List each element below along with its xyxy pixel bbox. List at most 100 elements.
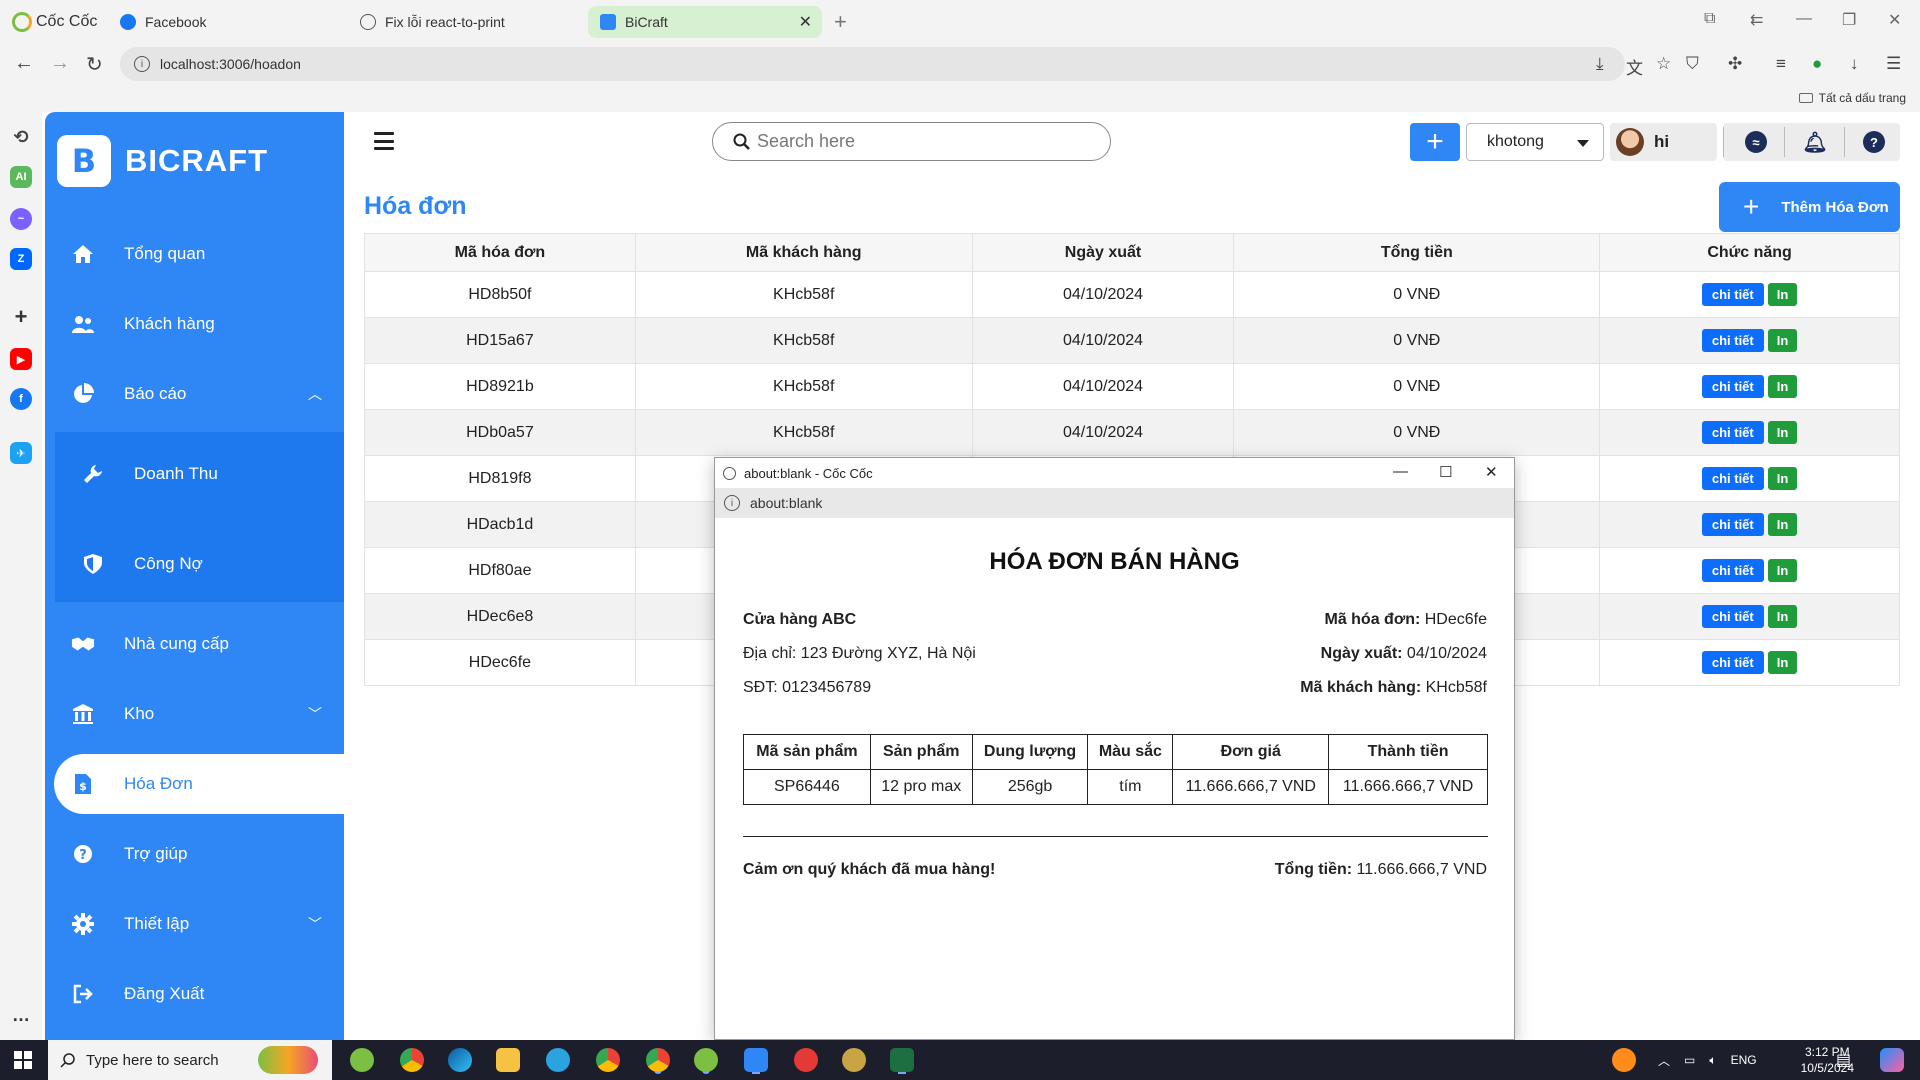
- close-tab-icon[interactable]: ✕: [799, 12, 812, 32]
- tray-app-icon[interactable]: [1612, 1048, 1636, 1072]
- forward-icon[interactable]: →: [50, 52, 70, 75]
- coccoc-taskbar-icon[interactable]: [350, 1048, 374, 1072]
- bird-app-icon[interactable]: ✈: [10, 442, 32, 464]
- chevron-up-icon[interactable]: ︿: [308, 384, 322, 404]
- ai-icon[interactable]: AI: [10, 166, 32, 188]
- reading-list-icon[interactable]: ≡: [1776, 54, 1786, 74]
- site-info-icon[interactable]: i: [724, 495, 740, 511]
- chevron-up-icon[interactable]: ︿: [1658, 1052, 1670, 1069]
- hamburger-menu-icon[interactable]: [374, 132, 394, 150]
- print-button[interactable]: In: [1767, 329, 1798, 352]
- sidebar-item-help[interactable]: ? Trợ giúp: [45, 824, 344, 884]
- sidebar-item-invoices[interactable]: $ Hóa Đơn: [54, 754, 344, 814]
- coccoc-active-icon[interactable]: [694, 1048, 718, 1072]
- browser-logo[interactable]: Cốc Cốc: [12, 11, 97, 33]
- sidebar-item-revenue[interactable]: Doanh Thu: [55, 444, 344, 504]
- url-field[interactable]: i localhost:3006/hoadon: [120, 47, 1625, 81]
- store-select[interactable]: khotong: [1466, 123, 1604, 161]
- edge-taskbar-icon[interactable]: [448, 1048, 472, 1072]
- translate-icon[interactable]: 文: [1626, 54, 1643, 79]
- add-sidebar-icon[interactable]: +: [10, 304, 32, 329]
- user-menu[interactable]: hi: [1610, 123, 1717, 161]
- copilot-icon[interactable]: [1880, 1048, 1904, 1072]
- add-invoice-button[interactable]: + Thêm Hóa Đơn: [1719, 182, 1900, 232]
- print-button[interactable]: In: [1767, 605, 1798, 628]
- minimize-icon[interactable]: —: [1796, 10, 1812, 28]
- bookmark-star-icon[interactable]: ☆: [1656, 54, 1671, 74]
- minimize-icon[interactable]: —: [1393, 463, 1408, 480]
- facebook-icon[interactable]: f: [10, 388, 32, 410]
- downloads-icon[interactable]: ↓: [1850, 54, 1859, 74]
- tab-react-to-print[interactable]: Fix lỗi react-to-print: [348, 6, 582, 38]
- battery-icon[interactable]: ▭: [1684, 1053, 1695, 1067]
- taskbar-search-input[interactable]: Type here to search: [48, 1040, 332, 1080]
- chrome-taskbar-icon[interactable]: [400, 1048, 424, 1072]
- detail-button[interactable]: chi tiết: [1701, 651, 1764, 674]
- detail-button[interactable]: chi tiết: [1701, 283, 1764, 306]
- print-button[interactable]: In: [1767, 513, 1798, 536]
- detail-button[interactable]: chi tiết: [1701, 329, 1764, 352]
- extensions-icon[interactable]: ✣: [1728, 54, 1742, 74]
- maximize-icon[interactable]: ☐: [1439, 463, 1452, 481]
- chrome-app-icon[interactable]: [646, 1048, 670, 1072]
- detail-button[interactable]: chi tiết: [1701, 513, 1764, 536]
- app-icon[interactable]: [794, 1048, 818, 1072]
- help-icon[interactable]: ?: [1863, 131, 1885, 153]
- notifications-icon[interactable]: ▤: [1836, 1040, 1851, 1080]
- sidebar-item-reports[interactable]: Báo cáo ︿: [45, 364, 344, 424]
- menu-icon[interactable]: ☰: [1886, 54, 1901, 74]
- site-info-icon[interactable]: i: [134, 56, 150, 72]
- detail-button[interactable]: chi tiết: [1701, 605, 1764, 628]
- print-button[interactable]: In: [1767, 467, 1798, 490]
- print-button[interactable]: In: [1767, 283, 1798, 306]
- close-icon[interactable]: ✕: [1485, 463, 1498, 481]
- screenshot-icon[interactable]: ⧉: [1704, 10, 1715, 28]
- file-explorer-icon[interactable]: [496, 1048, 520, 1072]
- detail-button[interactable]: chi tiết: [1701, 421, 1764, 444]
- tab-facebook[interactable]: Facebook: [108, 6, 342, 38]
- chrome-profile-icon[interactable]: [596, 1048, 620, 1072]
- telegram-icon[interactable]: [546, 1048, 570, 1072]
- shield-extension-icon[interactable]: ⛉: [1686, 54, 1699, 74]
- new-tab-button[interactable]: +: [834, 9, 847, 35]
- more-icon[interactable]: …: [10, 1004, 32, 1026]
- print-button[interactable]: In: [1767, 559, 1798, 582]
- install-icon[interactable]: ⤓: [1596, 54, 1604, 74]
- search-input[interactable]: Search here: [712, 122, 1111, 161]
- reload-icon[interactable]: ↻: [86, 52, 103, 77]
- detail-button[interactable]: chi tiết: [1701, 375, 1764, 398]
- vscode-icon[interactable]: [744, 1048, 768, 1072]
- quick-add-button[interactable]: +: [1410, 123, 1460, 161]
- sidebar-item-debt[interactable]: Công Nợ: [55, 534, 344, 594]
- league-icon[interactable]: [842, 1048, 866, 1072]
- all-bookmarks[interactable]: Tất cả dấu trang: [1798, 91, 1906, 105]
- chevron-down-icon[interactable]: ﹀: [308, 704, 322, 724]
- tab-search-icon[interactable]: ⇇: [1750, 10, 1763, 30]
- messenger-icon[interactable]: ≈: [1745, 131, 1767, 153]
- bell-icon[interactable]: 🔔︎: [1802, 131, 1827, 154]
- detail-button[interactable]: chi tiết: [1701, 467, 1764, 490]
- print-button[interactable]: In: [1767, 421, 1798, 444]
- close-window-icon[interactable]: ✕: [1888, 10, 1901, 30]
- youtube-icon[interactable]: ▶: [10, 348, 32, 370]
- sidebar-item-suppliers[interactable]: Nhà cung cấp: [45, 614, 344, 674]
- profile-icon[interactable]: ●: [1812, 54, 1822, 74]
- zalo-icon[interactable]: Z: [10, 248, 32, 270]
- history-icon[interactable]: ⟲: [10, 126, 32, 148]
- sidebar-item-customers[interactable]: Khách hàng: [45, 294, 344, 354]
- chevron-down-icon[interactable]: ﹀: [308, 914, 322, 934]
- detail-button[interactable]: chi tiết: [1701, 559, 1764, 582]
- sidebar-item-logout[interactable]: Đăng Xuất: [45, 964, 344, 1024]
- volume-icon[interactable]: 🔈︎: [1709, 1053, 1716, 1068]
- sidebar-item-warehouse[interactable]: Kho ﹀: [45, 684, 344, 744]
- language-indicator[interactable]: ENG: [1731, 1053, 1757, 1067]
- excel-icon[interactable]: [890, 1048, 914, 1072]
- windows-start-icon[interactable]: [14, 1051, 32, 1069]
- messenger-icon[interactable]: ~: [10, 208, 32, 230]
- tab-bicraft[interactable]: BiCraft ✕: [588, 6, 822, 38]
- back-icon[interactable]: ←: [14, 52, 34, 75]
- brand[interactable]: B BICRAFT: [57, 135, 268, 187]
- print-button[interactable]: In: [1767, 375, 1798, 398]
- print-button[interactable]: In: [1767, 651, 1798, 674]
- sidebar-item-overview[interactable]: Tổng quan: [45, 224, 344, 284]
